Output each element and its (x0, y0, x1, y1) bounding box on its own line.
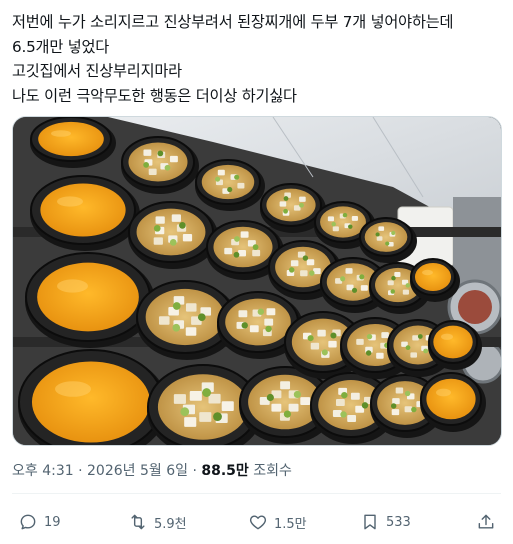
tweet-text-line: 6.5개만 넣었다 (12, 37, 110, 56)
action-bar: 19 5.9천 1.5만 533 (12, 507, 501, 537)
share-button[interactable] (476, 507, 496, 537)
tweet-photo[interactable] (12, 116, 502, 446)
like-count: 1.5만 (274, 516, 307, 532)
meta-separator: · (78, 463, 83, 479)
like-icon (249, 515, 267, 530)
retweet-count: 5.9천 (154, 516, 187, 532)
tweet-date[interactable]: 2026년 5월 6일 (87, 463, 188, 479)
views-count: 88.5만 (201, 463, 249, 479)
tweet-meta: 오후 4:31 · 2026년 5월 6일 · 88.5만 조회수 (12, 460, 292, 480)
tweet-text-line: 고깃집에서 진상부리지마라 (12, 62, 182, 80)
bookmark-count: 533 (386, 514, 411, 530)
divider (12, 493, 501, 494)
tweet-text-line: 저번에 누가 소리지르고 진상부려서 된장찌개에 두부 7개 넣어야하는데 (12, 13, 454, 31)
reply-count: 19 (44, 514, 61, 530)
share-icon (478, 514, 494, 529)
tweet-text-line: 나도 이런 극악무도한 행동은 더이상 하기싫다 (12, 86, 297, 105)
photo-earthenware-pots (13, 117, 501, 445)
bookmark-button[interactable]: 533 (360, 507, 411, 537)
views-label: 조회수 (253, 463, 292, 479)
reply-icon (20, 514, 36, 530)
retweet-button[interactable]: 5.9천 (128, 507, 187, 537)
meta-separator: · (192, 463, 197, 479)
like-button[interactable]: 1.5만 (248, 507, 307, 537)
tweet-time[interactable]: 오후 4:31 (12, 463, 74, 479)
reply-button[interactable]: 19 (18, 507, 61, 537)
retweet-icon (131, 514, 145, 530)
tweet-text: 저번에 누가 소리지르고 진상부려서 된장찌개에 두부 7개 넣어야하는데 6.… (12, 10, 506, 108)
bookmark-icon (364, 514, 376, 530)
